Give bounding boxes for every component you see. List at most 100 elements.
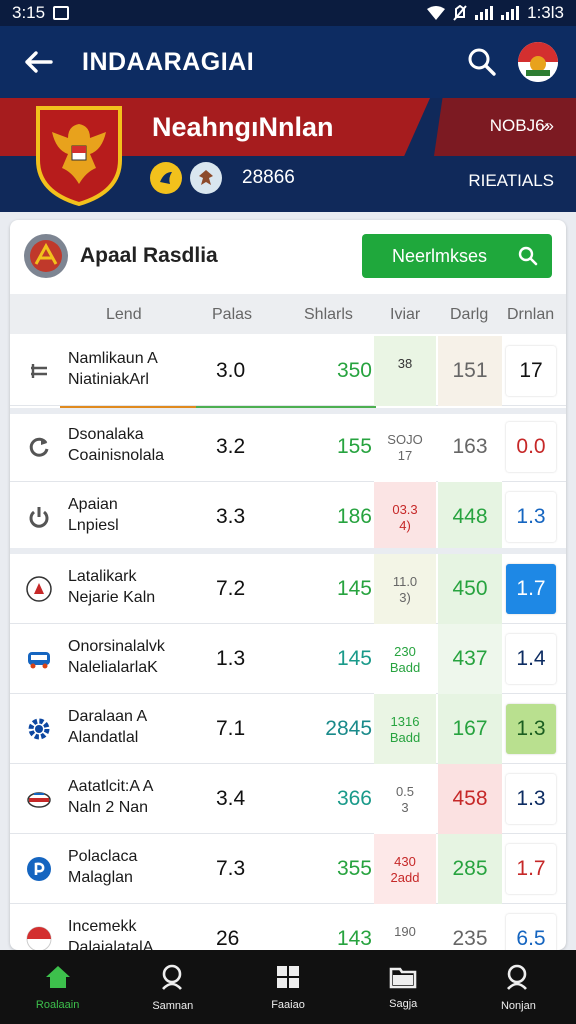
status-clock: 1:3l3	[527, 3, 564, 22]
nav-label: Faaiao	[271, 998, 305, 1011]
banner-link[interactable]: NOBJ6̷»	[490, 116, 554, 136]
column-header-lend[interactable]: Lend	[106, 306, 142, 324]
drnlan-cell[interactable]: 1.4	[506, 634, 556, 684]
trophy-badge-icon	[150, 162, 182, 194]
team-name-line1: Polaclaca	[68, 848, 138, 865]
row-group-gap	[10, 408, 566, 414]
stats-cell: 366	[336, 787, 372, 810]
darg-cell: 167	[438, 694, 502, 764]
palas-cell: 7.2	[216, 577, 246, 600]
search-button[interactable]	[460, 40, 504, 84]
stats-cell: 145	[336, 647, 372, 670]
team-name-cell: Onorsinalalvk NalelialarlaK	[68, 636, 208, 678]
mar-value: 1316	[390, 714, 420, 729]
team-banner: NeahngıNnlan NOBJ6̷» 28866 RIEATIALS	[0, 98, 576, 212]
gallery-icon	[53, 6, 70, 20]
drnlan-cell[interactable]: 0.0	[506, 422, 556, 472]
bus-icon	[26, 646, 52, 672]
mar-value: 38	[397, 356, 413, 371]
mar-sub: 17	[397, 448, 413, 463]
drnlan-cell[interactable]: 1.7	[506, 564, 556, 614]
badge-icon	[26, 576, 52, 602]
results-link[interactable]: RIEATIALS	[468, 171, 554, 191]
table-row[interactable]: Onorsinalalvk NalelialarlaK 1.3 145 230 Badd 4…	[10, 624, 566, 694]
card-title: Apaal Rasdlia	[80, 244, 218, 267]
table-row[interactable]: Dsonalaka Coainisnolala 3.2 155 SOJO 17 163 0.0	[10, 412, 566, 482]
mar-value: 0.5	[395, 784, 415, 799]
car-icon	[26, 786, 52, 812]
column-header-drnlan[interactable]: Drnlan	[507, 306, 554, 324]
status-bar: 3:15 1:3l3	[0, 0, 576, 26]
standings-card: Apaal Rasdlia Neerlmkses Lend Palas Shla…	[10, 220, 566, 950]
wifi-icon	[427, 6, 446, 20]
flag-round-icon	[26, 926, 52, 950]
stats-cell: 2845	[325, 717, 372, 740]
row-group-gap	[10, 548, 566, 554]
mar-cell: 190	[374, 904, 436, 950]
column-header-stats[interactable]: Shlarls	[304, 306, 353, 324]
drnlan-cell[interactable]: 17	[506, 346, 556, 396]
team-name-line2: Alandatlal	[68, 729, 139, 746]
team-name-line2: Coainisnolala	[68, 447, 165, 464]
table-row[interactable]: Polaclaca Malaglan 7.3 355 430 2add 285 1.7	[10, 834, 566, 904]
table-row[interactable]: Namlikaun A NiatiniakArl 3.0 350 38 151 17	[10, 336, 566, 406]
team-name-cell: Incemekk DalaialatalA	[68, 916, 208, 950]
team-name-line2: Lnpiesl	[68, 517, 119, 534]
palas-cell: 3.3	[216, 505, 246, 528]
mar-value: 11.0	[392, 574, 418, 589]
nav-label: Roalaain	[35, 998, 80, 1011]
nav-label: Sagja	[389, 997, 418, 1010]
stats-cell: 155	[336, 435, 372, 458]
filter-search-label: Neerlmkses	[392, 245, 488, 266]
search-icon	[504, 963, 532, 994]
team-name-line1: Namlikaun A	[68, 350, 158, 367]
drnlan-cell[interactable]: 1.3	[506, 774, 556, 824]
team-name-line2: NiatiniakArl	[68, 371, 149, 388]
nav-item-0[interactable]: Roalaain	[0, 950, 115, 1024]
mar-sub: Badd	[389, 660, 421, 675]
mar-sub: Badd	[389, 730, 421, 745]
ring-icon	[26, 856, 52, 882]
table-row[interactable]: Latalikark Nejarie Kaln 7.2 145 11.0 3) 450 1.7	[10, 554, 566, 624]
nav-label: Nonjan	[500, 999, 536, 1012]
country-flag-button[interactable]	[518, 42, 558, 82]
nav-item-4[interactable]: Nonjan	[461, 950, 576, 1024]
team-name-line2: Naln 2 Nan	[68, 799, 149, 816]
palas-cell: 3.2	[216, 435, 246, 458]
drnlan-cell[interactable]: 1.3	[506, 704, 556, 754]
app-bar: INDAARAGIAI	[0, 26, 576, 98]
drnlan-cell[interactable]: 1.3	[506, 492, 556, 542]
team-name-cell: Namlikaun A NiatiniakArl	[68, 348, 208, 390]
stats-cell: 145	[336, 577, 372, 600]
back-button[interactable]	[14, 38, 62, 86]
column-header-darg[interactable]: Darlg	[450, 306, 488, 324]
stats-cell: 355	[336, 857, 372, 880]
league-logo-icon	[24, 234, 68, 278]
mar-sub: 3	[401, 800, 409, 815]
banner-number: 28866	[242, 167, 295, 188]
table-row[interactable]: Incemekk DalaialatalA 26 143 190 235 6.5	[10, 904, 566, 950]
column-header-palas[interactable]: Palas	[212, 306, 252, 324]
drnlan-cell[interactable]: 1.7	[506, 844, 556, 894]
column-header-mar[interactable]: Iviar	[390, 306, 420, 324]
nav-item-3[interactable]: Sagja	[346, 950, 461, 1024]
nav-item-1[interactable]: Samnan	[115, 950, 230, 1024]
gear-icon	[26, 716, 52, 742]
search-icon	[159, 963, 187, 994]
nav-item-2[interactable]: Faaiao	[230, 950, 345, 1024]
team-name-cell: Apaian Lnpiesl	[68, 494, 208, 536]
mar-value: 190	[394, 924, 416, 939]
team-name-line2: Malaglan	[68, 869, 133, 886]
drnlan-cell[interactable]: 6.5	[506, 914, 556, 950]
filter-search-button[interactable]: Neerlmkses	[362, 234, 552, 278]
folder-icon	[389, 965, 417, 992]
mar-cell: 11.0 3)	[374, 554, 436, 624]
table-row[interactable]: Apaian Lnpiesl 3.3 186 03.3 4) 448 1.3	[10, 482, 566, 552]
app-title: INDAARAGIAI	[82, 47, 255, 76]
team-name-line2: Nejarie Kaln	[68, 589, 156, 606]
flag-icon	[26, 358, 52, 384]
stats-cell: 143	[336, 927, 372, 950]
table-row[interactable]: Aatatlcit:A A Naln 2 Nan 3.4 366 0.5 3 458 1.3	[10, 764, 566, 834]
palas-cell: 3.0	[216, 359, 246, 382]
table-row[interactable]: Daralaan A Alandatlal 7.1 2845 1316 Badd 167 1.…	[10, 694, 566, 764]
